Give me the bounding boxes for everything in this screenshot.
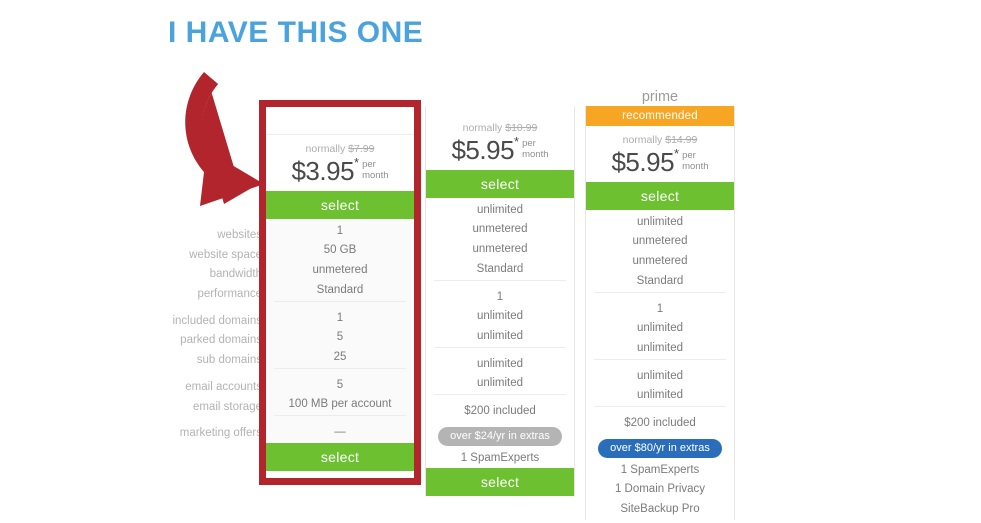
feature-value-bandwidth: unmetered [472,243,528,256]
feature-value-email-accounts: unlimited [636,369,684,382]
feature-value-marketing-offers: $200 included [464,404,536,417]
select-button-prime-top[interactable]: select [586,181,734,210]
feature-value-performance: Standard [476,262,524,275]
feature-group-gap [150,305,262,312]
feature-label-website-space: website space [189,248,262,261]
feature-label-email-accounts: email accounts [185,380,262,393]
feature-value-websites: unlimited [636,215,684,228]
feature-value-sub-domains: unlimited [476,329,524,342]
feature-label-marketing-offers: marketing offers [179,427,262,440]
feature-group-divider [434,393,566,402]
price-asterisk: * [674,146,680,161]
extras-badge-prime: over $80/yr in extras [598,438,722,458]
feature-value-performance: Standard [636,274,684,287]
feature-value-parked-domains: unlimited [476,310,524,323]
feature-values-plus: unlimited unmetered unmetered Standard 1… [426,198,574,422]
feature-value-included-domains: 1 [496,290,504,303]
feature-label-column: websites website space bandwidth perform… [150,226,262,444]
feature-group-divider [594,358,726,367]
feature-value-sub-domains: unlimited [636,341,684,354]
feature-group-divider [594,405,726,414]
period-month: month [682,160,709,172]
feature-label-parked-domains: parked domains [180,334,262,347]
price-asterisk: * [514,134,520,149]
price-amount: $5.95 [451,134,515,165]
price-block-prime: normally $14.99 $5.95* per month [586,126,734,182]
normally-price-plus: normally $10.99 [426,122,574,134]
feature-label-bandwidth: bandwidth [209,268,262,281]
original-price: $10.99 [505,122,538,134]
extra-item: 1 SpamExperts [620,463,700,476]
select-button-plus-bottom[interactable]: select [426,468,574,497]
normally-price-prime: normally $14.99 [586,134,734,146]
annotation-title: I HAVE THIS ONE [168,16,424,49]
original-price: $14.99 [665,134,698,146]
feature-group-gap [150,417,262,424]
period-per: per [522,138,536,150]
feature-value-email-accounts: unlimited [476,357,524,370]
feature-label-performance: performance [197,288,262,301]
feature-value-included-domains: 1 [656,302,664,315]
feature-value-email-storage: unlimited [636,389,684,402]
extras-list-plus: 1 SpamExperts [426,449,574,469]
feature-group-divider [434,279,566,288]
period-per: per [682,150,696,162]
feature-value-website-space: unmetered [632,235,688,248]
highlight-box-basic-plan [259,100,421,485]
extras-badge-plus: over $24/yr in extras [438,426,562,446]
feature-label-sub-domains: sub domains [196,354,262,367]
pricing-table: websites website space bandwidth perform… [0,0,981,523]
current-price-plus: $5.95* per month [426,135,574,163]
extra-item: 1 Domain Privacy [614,483,706,496]
plan-card-plus: normally $10.99 $5.95* per month select un… [425,106,575,497]
period-month: month [522,148,549,160]
price-block-plus: normally $10.99 $5.95* per month [426,114,574,170]
price-amount: $5.95 [611,146,675,177]
feature-value-email-storage: unlimited [476,377,524,390]
price-period: per month [682,151,708,172]
extras-badge-wrap-prime: over $80/yr in extras [586,434,734,461]
extras-list-prime: 1 SpamExperts 1 Domain Privacy SiteBacku… [586,461,734,520]
feature-value-bandwidth: unmetered [632,255,688,268]
extra-item: SiteBackup Pro [620,503,700,516]
feature-group-gap [150,371,262,378]
price-period: per month [522,139,548,160]
extra-item: 1 SpamExperts [460,451,540,464]
plan-title-prime: prime [641,89,679,105]
normally-label: normally [462,122,503,134]
select-button-plus-top[interactable]: select [426,169,574,198]
card-header-spacer [426,106,574,114]
extras-badge-wrap-plus: over $24/yr in extras [426,422,574,449]
recommended-banner: recommended [586,106,734,126]
feature-group-divider [594,291,726,300]
feature-value-websites: unlimited [476,203,524,216]
feature-label-websites: websites [217,229,262,241]
feature-value-marketing-offers: $200 included [624,416,696,429]
feature-value-parked-domains: unlimited [636,322,684,335]
feature-values-prime: unlimited unmetered unmetered Standard 1… [586,210,734,434]
feature-value-website-space: unmetered [472,223,528,236]
current-price-prime: $5.95* per month [586,147,734,175]
plan-card-prime: recommended normally $14.99 $5.95* per mon… [585,106,735,520]
feature-group-divider [434,346,566,355]
normally-label: normally [622,134,663,146]
feature-label-included-domains: included domains [172,314,262,327]
feature-label-email-storage: email storage [192,400,262,413]
